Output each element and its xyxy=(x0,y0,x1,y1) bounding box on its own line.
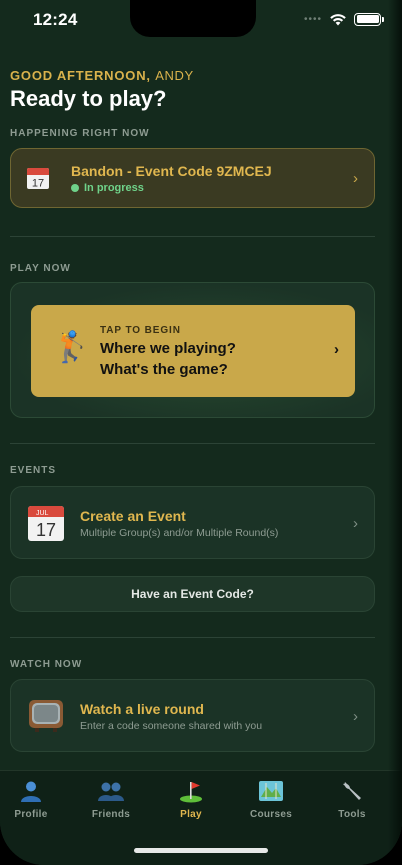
chevron-right-icon: › xyxy=(353,515,358,532)
tab-tools[interactable]: Tools xyxy=(317,779,387,820)
happening-event-title: Bandon - Event Code 9ZMCEJ xyxy=(71,163,272,179)
play-now-card: 🏌️ TAP TO BEGIN Where we playing? What's… xyxy=(10,282,375,418)
greeting-prefix: GOOD AFTERNOON, xyxy=(10,68,151,83)
device-bezel xyxy=(388,0,402,865)
tab-label: Play xyxy=(180,809,202,820)
person-icon xyxy=(21,781,41,802)
wrench-icon xyxy=(343,782,361,800)
live-status-dot xyxy=(71,184,79,192)
happening-event-card[interactable]: 17 Bandon - Event Code 9ZMCEJ In progres… xyxy=(10,148,375,208)
event-status-text: In progress xyxy=(84,182,144,194)
golf-flag-icon xyxy=(180,782,202,803)
dynamic-island xyxy=(130,0,256,37)
calendar-day: 17 xyxy=(32,178,44,190)
calendar-icon: JUL 17 xyxy=(28,506,64,541)
home-indicator[interactable] xyxy=(134,848,268,853)
tab-label: Profile xyxy=(14,809,48,820)
chevron-right-icon: › xyxy=(353,170,358,187)
chevron-right-icon: › xyxy=(334,341,339,358)
golfer-icon: 🏌️ xyxy=(53,331,91,364)
app-screen: 12:24 •••• GOOD AFTERNOON, ANDY Ready to… xyxy=(0,0,402,865)
create-event-card[interactable]: JUL 17 Create an Event Multiple Group(s)… xyxy=(10,486,375,559)
wifi-icon xyxy=(330,14,346,26)
event-code-label: Have an Event Code? xyxy=(131,587,254,601)
watch-round-subtitle: Enter a code someone shared with you xyxy=(80,720,263,732)
calendar-day: 17 xyxy=(36,520,56,540)
calendar-icon: 17 xyxy=(27,168,49,190)
tab-label: Tools xyxy=(338,809,366,820)
page-title: Ready to play? xyxy=(10,86,167,111)
section-label-watch: WATCH NOW xyxy=(10,659,83,670)
status-indicators: •••• xyxy=(304,11,385,27)
play-prompt-line1: Where we playing? xyxy=(100,340,236,357)
divider xyxy=(10,443,375,444)
divider xyxy=(10,637,375,638)
map-icon xyxy=(259,781,283,801)
battery-icon xyxy=(354,12,385,26)
section-label-events: EVENTS xyxy=(10,465,57,476)
watch-live-round-card[interactable]: Watch a live round Enter a code someone … xyxy=(10,679,375,752)
tap-to-begin-label: TAP TO BEGIN xyxy=(100,325,181,336)
divider xyxy=(10,236,375,237)
user-name: ANDY xyxy=(155,68,194,83)
event-code-button[interactable]: Have an Event Code? xyxy=(10,576,375,612)
status-time: 12:24 xyxy=(33,10,78,29)
event-status: In progress xyxy=(71,182,144,194)
calendar-month: JUL xyxy=(36,510,49,517)
tab-play[interactable]: Play xyxy=(156,779,226,820)
cellular-signal-icon: •••• xyxy=(304,13,323,25)
section-label-happening: HAPPENING RIGHT NOW xyxy=(10,128,150,139)
tab-courses[interactable]: Courses xyxy=(236,779,306,820)
section-label-play: PLAY NOW xyxy=(10,263,71,274)
television-icon xyxy=(29,700,63,732)
create-event-subtitle: Multiple Group(s) and/or Multiple Round(… xyxy=(80,527,279,539)
people-icon xyxy=(98,782,124,801)
greeting: GOOD AFTERNOON, ANDY xyxy=(10,68,194,83)
tab-profile[interactable]: Profile xyxy=(0,779,66,820)
create-event-title: Create an Event xyxy=(80,508,186,524)
status-bar: 12:24 •••• xyxy=(0,0,402,46)
tab-label: Friends xyxy=(91,809,131,820)
chevron-right-icon: › xyxy=(353,708,358,725)
start-round-button[interactable]: 🏌️ TAP TO BEGIN Where we playing? What's… xyxy=(31,305,355,397)
tab-label: Courses xyxy=(249,809,293,820)
play-prompt-line2: What's the game? xyxy=(100,361,228,378)
watch-round-title: Watch a live round xyxy=(80,701,204,717)
tab-friends[interactable]: Friends xyxy=(76,779,146,820)
